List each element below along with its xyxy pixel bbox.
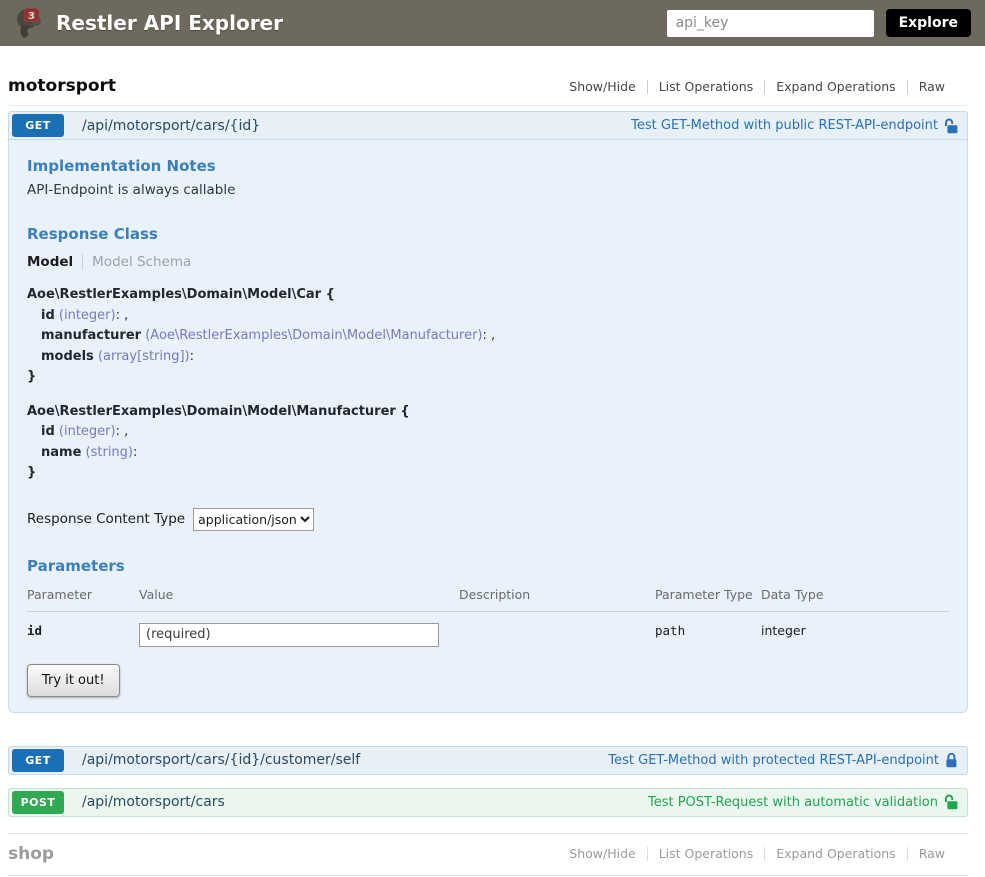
lock-icon (945, 752, 958, 768)
response-content-type-row: Response Content Type application/json (27, 508, 949, 531)
raw-link[interactable]: Raw (908, 846, 956, 861)
parameter-row-id: id path integer (27, 611, 949, 647)
operation-get-customer-self[interactable]: GET /api/motorsport/cars/{id}/customer/s… (8, 746, 968, 775)
implementation-notes-text: API-Endpoint is always callable (27, 182, 949, 198)
test-endpoint-label: Test POST-Request with automatic validat… (648, 795, 938, 810)
property-suffix: : (190, 349, 194, 364)
model-tabs: Model Model Schema (27, 254, 949, 270)
expand-operations-link[interactable]: Expand Operations (765, 846, 906, 861)
raw-link[interactable]: Raw (908, 79, 956, 94)
divider (82, 254, 83, 270)
model-signature-close: } (27, 463, 949, 484)
resource-title-motorsport[interactable]: motorsport (8, 76, 116, 96)
endpoint-path-link[interactable]: /api/motorsport/cars (82, 794, 225, 810)
expand-operations-link[interactable]: Expand Operations (765, 79, 906, 94)
parameter-name-cell: id (27, 611, 139, 647)
model-property: manufacturer (Aoe\RestlerExamples\Domain… (27, 326, 949, 347)
property-suffix: : , (116, 424, 129, 439)
property-name: name (41, 445, 81, 460)
resource-menu-motorsport: Show/Hide List Operations Expand Operati… (569, 79, 968, 94)
tab-model-schema[interactable]: Model Schema (92, 254, 191, 270)
model-signature: Aoe\RestlerExamples\Domain\Model\Car { i… (27, 285, 949, 484)
resource-header-shop: shop Show/Hide List Operations Expand Op… (8, 833, 968, 875)
parameters-heading: Parameters (27, 557, 949, 575)
http-method-badge: GET (12, 114, 64, 137)
property-type: (string) (86, 445, 133, 460)
http-method-badge: GET (12, 749, 64, 772)
resource-header-motorsport: motorsport Show/Hide List Operations Exp… (8, 76, 968, 106)
response-class-heading: Response Class (27, 225, 949, 243)
unlock-icon (944, 118, 958, 134)
property-type: (integer) (59, 308, 116, 323)
test-endpoint-label: Test GET-Method with protected REST-API-… (608, 753, 939, 768)
model-block-car: Aoe\RestlerExamples\Domain\Model\Car { i… (27, 285, 949, 388)
model-block-manufacturer: Aoe\RestlerExamples\Domain\Model\Manufac… (27, 402, 949, 484)
col-header-parameter: Parameter (27, 581, 139, 612)
try-it-out-button[interactable]: Try it out! (27, 664, 120, 697)
resource-menu-shop: Show/Hide List Operations Expand Operati… (569, 846, 968, 861)
property-name: id (41, 308, 55, 323)
parameter-description-cell (459, 611, 655, 647)
model-signature-open: Aoe\RestlerExamples\Domain\Model\Manufac… (27, 402, 949, 423)
parameters-header-row: Parameter Value Description Parameter Ty… (27, 581, 949, 612)
resource-title-shop[interactable]: shop (8, 844, 54, 864)
operation-detail-panel: Implementation Notes API-Endpoint is alw… (8, 140, 968, 713)
show-hide-link[interactable]: Show/Hide (569, 79, 646, 94)
http-method-badge: POST (12, 791, 64, 814)
col-header-data-type: Data Type (761, 581, 949, 612)
operation-post-cars[interactable]: POST /api/motorsport/cars Test POST-Requ… (8, 788, 968, 817)
model-signature-open: Aoe\RestlerExamples\Domain\Model\Car { (27, 285, 949, 306)
test-endpoint-link[interactable]: Test POST-Request with automatic validat… (648, 794, 958, 810)
model-property: id (integer): , (27, 422, 949, 443)
list-operations-link[interactable]: List Operations (648, 846, 765, 861)
list-operations-link[interactable]: List Operations (648, 79, 765, 94)
response-content-type-label: Response Content Type (27, 511, 185, 527)
parameter-data-type-cell: integer (761, 611, 949, 647)
parameters-table: Parameter Value Description Parameter Ty… (27, 581, 949, 647)
show-hide-link[interactable]: Show/Hide (569, 846, 646, 861)
endpoint-path-link[interactable]: /api/motorsport/cars/{id}/customer/self (82, 752, 360, 768)
tab-model[interactable]: Model (27, 254, 73, 270)
response-content-type-select[interactable]: application/json (193, 508, 314, 531)
model-property: id (integer): , (27, 306, 949, 327)
model-property: name (string): (27, 443, 949, 464)
api-key-input[interactable] (667, 10, 874, 37)
model-property: models (array[string]): (27, 347, 949, 368)
operation-row[interactable]: GET /api/motorsport/cars/{id} Test GET-M… (8, 111, 968, 140)
restler-logo-icon: 3 (14, 5, 46, 41)
model-signature-close: } (27, 367, 949, 388)
col-header-value: Value (139, 581, 459, 612)
explore-button[interactable]: Explore (886, 9, 971, 37)
operation-get-car-by-id: GET /api/motorsport/cars/{id} Test GET-M… (8, 111, 968, 713)
property-suffix: : (133, 445, 137, 460)
implementation-notes-heading: Implementation Notes (27, 157, 949, 175)
property-type: (integer) (59, 424, 116, 439)
endpoint-path-link[interactable]: /api/motorsport/cars/{id} (82, 118, 260, 134)
parameter-type-cell: path (655, 611, 761, 647)
svg-text:3: 3 (28, 11, 35, 22)
col-header-parameter-type: Parameter Type (655, 581, 761, 612)
property-type: (array[string]) (98, 349, 190, 364)
property-name: manufacturer (41, 328, 141, 343)
top-header-bar: 3 Restler API Explorer Explore (0, 0, 985, 46)
parameter-value-input[interactable] (139, 623, 439, 647)
property-name: models (41, 349, 94, 364)
test-endpoint-label: Test GET-Method with public REST-API-end… (631, 118, 938, 133)
property-name: id (41, 424, 55, 439)
test-endpoint-link[interactable]: Test GET-Method with public REST-API-end… (631, 118, 958, 134)
property-type: (Aoe\RestlerExamples\Domain\Model\Manufa… (145, 328, 482, 343)
property-suffix: : , (483, 328, 496, 343)
test-endpoint-link[interactable]: Test GET-Method with protected REST-API-… (608, 752, 958, 768)
col-header-description: Description (459, 581, 655, 612)
app-title: Restler API Explorer (56, 11, 283, 35)
unlock-icon (944, 794, 958, 810)
property-suffix: : , (116, 308, 129, 323)
